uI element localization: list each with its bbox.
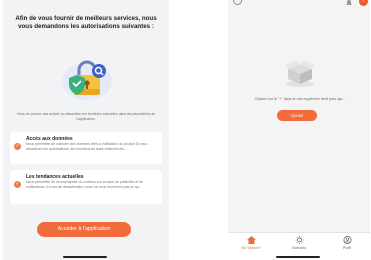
tab-scene[interactable]: Scénario	[279, 236, 319, 250]
privacy-lock-illustration	[62, 60, 112, 100]
add-device-button[interactable]: +	[359, 0, 368, 6]
permissions-title: Afin de vous fournir de meilleurs servic…	[15, 15, 157, 31]
profile-icon	[343, 236, 351, 244]
permission-card-body: Nous permettre de recommander du contenu…	[26, 180, 144, 189]
access-app-button[interactable]: Accéder à l'application	[37, 222, 131, 237]
tab-profile[interactable]: Profil	[327, 236, 367, 250]
permission-card-body: Nous permettre de collecter des données …	[26, 142, 148, 151]
empty-box-icon	[285, 60, 315, 87]
permission-card-data-access[interactable]: ✓ Accès aux données Nous permettre de co…	[10, 132, 162, 164]
scene-icon	[295, 236, 303, 244]
home-icon	[246, 236, 256, 244]
home-indicator	[63, 256, 107, 258]
tab-label: Profil	[343, 246, 351, 250]
check-icon[interactable]: ✓	[14, 181, 21, 188]
tab-label: Ma "Maison"	[241, 246, 261, 250]
home-screen: + Cliquez sur le "+" dans le coin supéri…	[228, 0, 370, 260]
menu-icon[interactable]	[233, 0, 242, 5]
permission-card-trends[interactable]: ✓ Les tendances actuelles Nous permettre…	[10, 170, 162, 204]
add-button[interactable]: Ajouter	[277, 110, 317, 121]
empty-state-hint: Cliquez sur le "+" dans le coin supérieu…	[254, 97, 346, 101]
notification-icon[interactable]	[345, 0, 353, 6]
tab-home[interactable]: Ma "Maison"	[231, 236, 271, 250]
home-indicator	[276, 256, 320, 258]
check-icon[interactable]: ✓	[14, 143, 21, 150]
permissions-screen: Afin de vous fournir de meilleurs servic…	[3, 0, 169, 260]
tab-label: Scénario	[292, 246, 306, 250]
permissions-subtitle: Vous ne pouvez pas activer ou désactiver…	[16, 112, 156, 121]
